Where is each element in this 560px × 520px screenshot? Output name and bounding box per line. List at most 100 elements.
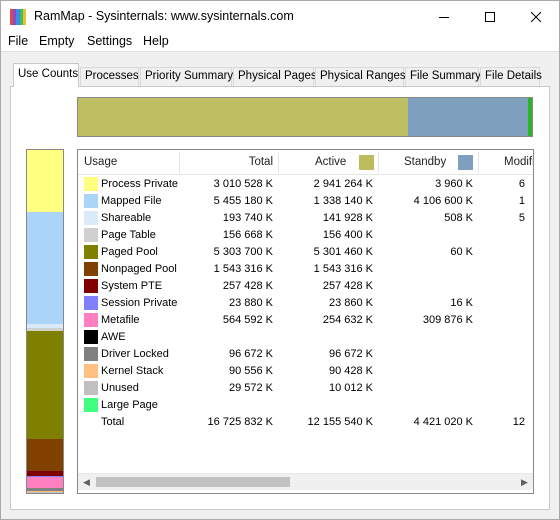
usage-color-swatch bbox=[84, 211, 98, 225]
active-value: 156 400 K bbox=[322, 229, 373, 241]
table-row[interactable]: Large Page bbox=[78, 397, 533, 414]
modified-value bbox=[480, 312, 525, 329]
scroll-left-arrow-icon[interactable]: ◀ bbox=[78, 474, 95, 491]
menu-bar: File Empty Settings Help bbox=[1, 32, 559, 52]
tab-file-details[interactable]: File Details bbox=[480, 67, 542, 86]
table-row[interactable]: Metafile 564 592 K 254 632 K 309 876 K bbox=[78, 312, 533, 329]
menu-settings[interactable]: Settings bbox=[87, 34, 132, 48]
usage-label: Nonpaged Pool bbox=[101, 263, 177, 275]
header-total[interactable]: Total bbox=[180, 150, 273, 174]
tab-use-counts[interactable]: Use Counts bbox=[13, 63, 79, 87]
standby-value: 309 876 K bbox=[422, 314, 473, 326]
usage-color-swatch bbox=[84, 347, 98, 361]
standby-value bbox=[380, 380, 473, 397]
title-bar[interactable]: RamMap - Sysinternals: www.sysinternals.… bbox=[1, 1, 559, 32]
active-value: 90 428 K bbox=[328, 365, 373, 377]
minimize-button[interactable] bbox=[421, 1, 467, 32]
active-value bbox=[280, 329, 373, 346]
usage-color-swatch bbox=[84, 364, 98, 378]
total-value: 1 543 316 K bbox=[213, 263, 273, 275]
standby-value bbox=[380, 329, 473, 346]
modified-value: 12 bbox=[512, 416, 525, 428]
total-value bbox=[182, 397, 273, 414]
standby-value bbox=[380, 227, 473, 244]
scrollbar-thumb[interactable] bbox=[96, 477, 290, 487]
table-row[interactable]: AWE bbox=[78, 329, 533, 346]
usage-label: Process Private bbox=[101, 178, 179, 190]
usage-label: Session Private bbox=[101, 297, 178, 309]
menu-empty[interactable]: Empty bbox=[39, 34, 74, 48]
table-row[interactable]: Session Private 23 880 K 23 860 K 16 K bbox=[78, 295, 533, 312]
usage-label: Mapped File bbox=[101, 195, 162, 207]
table-row[interactable]: Kernel Stack 90 556 K 90 428 K bbox=[78, 363, 533, 380]
horizontal-scrollbar[interactable]: ◀ ▶ bbox=[78, 473, 533, 490]
table-row[interactable]: Total 16 725 832 K 12 155 540 K 4 421 020 K… bbox=[78, 414, 533, 431]
breakdown-segment-metafile bbox=[27, 476, 63, 489]
table-row[interactable]: Process Private 3 010 528 K 2 941 264 K 3 9… bbox=[78, 176, 533, 193]
modified-value bbox=[480, 380, 525, 397]
header-modified[interactable]: Modifie bbox=[504, 150, 533, 174]
active-value: 96 672 K bbox=[328, 348, 373, 360]
tab-processes[interactable]: Processes bbox=[80, 67, 139, 86]
tab-physical-pages[interactable]: Physical Pages bbox=[233, 67, 317, 86]
active-value: 12 155 540 K bbox=[307, 416, 373, 428]
standby-value bbox=[380, 346, 473, 363]
usage-label: Shareable bbox=[101, 212, 152, 224]
modified-value bbox=[480, 346, 525, 363]
active-color-swatch bbox=[359, 155, 374, 170]
usage-color-swatch bbox=[84, 381, 98, 395]
total-value bbox=[182, 329, 273, 346]
tab-physical-ranges[interactable]: Physical Ranges bbox=[315, 67, 406, 86]
modified-value bbox=[480, 329, 525, 346]
table-row[interactable]: Nonpaged Pool 1 543 316 K 1 543 316 K bbox=[78, 261, 533, 278]
menu-file[interactable]: File bbox=[8, 34, 28, 48]
usage-label: AWE bbox=[101, 331, 126, 343]
rammap-window: RamMap - Sysinternals: www.sysinternals.… bbox=[0, 0, 560, 520]
table-row[interactable]: Paged Pool 5 303 700 K 5 301 460 K 60 K bbox=[78, 244, 533, 261]
standby-value: 4 421 020 K bbox=[413, 416, 473, 428]
usage-color-swatch bbox=[84, 228, 98, 242]
header-usage[interactable]: Usage bbox=[84, 150, 117, 174]
standby-value bbox=[380, 278, 473, 295]
usage-color-swatch bbox=[84, 279, 98, 293]
scroll-right-arrow-icon[interactable]: ▶ bbox=[516, 474, 533, 491]
usage-color-swatch bbox=[84, 330, 98, 344]
total-value: 156 668 K bbox=[222, 229, 273, 241]
active-value: 2 941 264 K bbox=[313, 178, 373, 190]
standby-value bbox=[380, 363, 473, 380]
standby-value: 16 K bbox=[450, 297, 473, 309]
header-divider[interactable] bbox=[278, 152, 279, 173]
standby-value: 4 106 600 K bbox=[413, 195, 473, 207]
modified-value bbox=[480, 278, 525, 295]
standby-value: 508 K bbox=[444, 212, 473, 224]
use-counts-table[interactable]: Usage Total Active Standby Modifie Proce… bbox=[77, 149, 534, 494]
breakdown-segment-nonpaged-pool bbox=[27, 439, 63, 471]
standby-color-swatch bbox=[458, 155, 473, 170]
table-row[interactable]: Page Table 156 668 K 156 400 K bbox=[78, 227, 533, 244]
memory-state-bar bbox=[77, 97, 533, 137]
header-standby[interactable]: Standby bbox=[404, 150, 446, 174]
rammap-app-icon[interactable] bbox=[10, 9, 27, 25]
table-row[interactable]: Shareable 193 740 K 141 928 K 508 K 5 bbox=[78, 210, 533, 227]
header-active[interactable]: Active bbox=[315, 150, 346, 174]
header-divider[interactable] bbox=[478, 152, 479, 173]
usage-label: Metafile bbox=[101, 314, 140, 326]
usage-label: Paged Pool bbox=[101, 246, 158, 258]
maximize-button[interactable] bbox=[467, 1, 513, 32]
breakdown-segment-unused bbox=[27, 492, 63, 493]
tab-priority-summary[interactable]: Priority Summary bbox=[140, 67, 233, 86]
close-button[interactable] bbox=[513, 1, 559, 32]
table-row[interactable]: Driver Locked 96 672 K 96 672 K bbox=[78, 346, 533, 363]
header-divider[interactable] bbox=[378, 152, 379, 173]
menu-help[interactable]: Help bbox=[143, 34, 169, 48]
table-row[interactable]: System PTE 257 428 K 257 428 K bbox=[78, 278, 533, 295]
modified-value bbox=[480, 397, 525, 414]
standby-value: 3 960 K bbox=[435, 178, 473, 190]
modified-value bbox=[480, 244, 525, 261]
active-value: 257 428 K bbox=[322, 280, 373, 292]
usage-label: Total bbox=[101, 416, 125, 428]
table-row[interactable]: Mapped File 5 455 180 K 1 338 140 K 4 106 6… bbox=[78, 193, 533, 210]
standby-value: 60 K bbox=[450, 246, 473, 258]
table-row[interactable]: Unused 29 572 K 10 012 K bbox=[78, 380, 533, 397]
tab-file-summary[interactable]: File Summary bbox=[405, 67, 481, 86]
